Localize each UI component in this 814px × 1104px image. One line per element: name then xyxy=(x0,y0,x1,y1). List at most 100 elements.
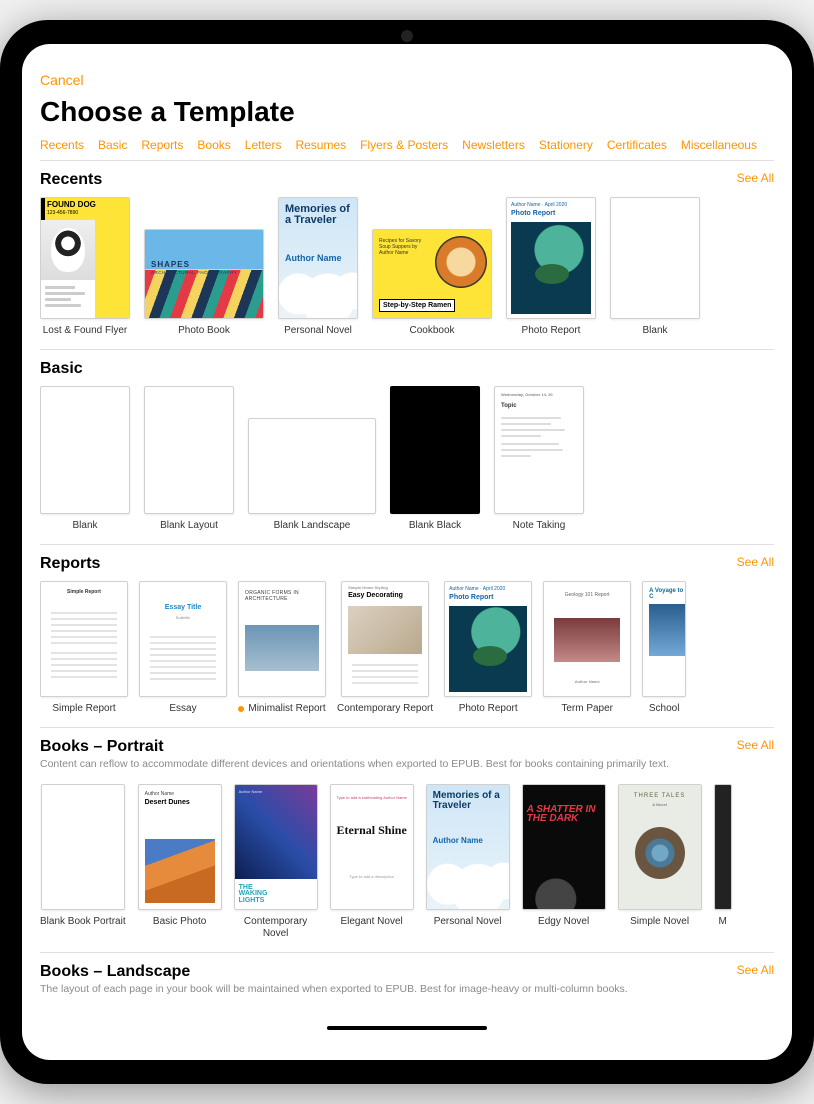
template-blank[interactable]: Blank xyxy=(40,386,130,532)
template-lost-found-flyer[interactable]: FOUND DOG 123-456-7890 Lost & Found Flye… xyxy=(40,197,130,337)
tab-certificates[interactable]: Certificates xyxy=(607,138,667,152)
thumb-simple-novel: THREE TALES A Novel xyxy=(618,784,702,910)
template-label: Contemporary Report xyxy=(337,703,433,715)
template-photo-report-2[interactable]: Author Name · April 2020 Photo Report Ph… xyxy=(444,581,532,715)
thumb-contemporary-report: Simple Home Styling Easy Decorating xyxy=(341,581,429,697)
template-note-taking[interactable]: Wednesday, October 14, 20 Topic Note Tak… xyxy=(494,386,584,532)
template-blank-layout[interactable]: Blank Layout xyxy=(144,386,234,532)
tab-newsletters[interactable]: Newsletters xyxy=(462,138,525,152)
template-label: Personal Novel xyxy=(284,325,352,337)
template-photo-report[interactable]: Author Name · April 2020 Photo Report Ph… xyxy=(506,197,596,337)
thumb-blank xyxy=(610,197,700,319)
thumb-essay: Essay Title Subtitle xyxy=(139,581,227,697)
template-label: Edgy Novel xyxy=(538,916,589,928)
divider xyxy=(40,727,774,728)
template-elegant-novel[interactable]: Type to add a subheading Author Name Ete… xyxy=(330,784,414,940)
template-label: Blank Black xyxy=(409,520,461,532)
thumb-contemporary-novel: Author Name THEWAKINGLIGHTS xyxy=(234,784,318,910)
template-photo-book[interactable]: SHAPES ARCHITECTURAL PHOTOGRAPHY Photo B… xyxy=(144,197,264,337)
tab-miscellaneous[interactable]: Miscellaneous xyxy=(681,138,757,152)
template-label: Basic Photo xyxy=(153,916,206,928)
template-label: Blank Landscape xyxy=(274,520,351,532)
template-personal-novel[interactable]: Memories of a Traveler Author Name Perso… xyxy=(278,197,358,337)
divider xyxy=(40,349,774,350)
new-indicator-icon xyxy=(238,706,244,712)
template-minimalist-report[interactable]: ORGANIC FORMS IN ARCHITECTURE Minimalist… xyxy=(238,581,326,715)
thumb-school: A Voyage to C xyxy=(642,581,686,697)
template-label: Blank xyxy=(642,325,667,337)
tab-resumes[interactable]: Resumes xyxy=(295,138,346,152)
tab-reports[interactable]: Reports xyxy=(141,138,183,152)
thumb-term-paper: Geology 101 Report Author Name xyxy=(543,581,631,697)
template-label: Photo Book xyxy=(178,325,230,337)
template-label: Elegant Novel xyxy=(340,916,402,928)
section-recents: Recents See All FOUND DOG 123-456-7890 xyxy=(40,171,774,343)
template-label: Blank Book Portrait xyxy=(40,916,126,928)
section-title-books-portrait: Books – Portrait xyxy=(40,738,164,756)
template-contemporary-report[interactable]: Simple Home Styling Easy Decorating Cont… xyxy=(337,581,433,715)
see-all-books-portrait[interactable]: See All xyxy=(737,738,774,752)
template-label: School xyxy=(649,703,680,715)
page-title: Choose a Template xyxy=(40,96,774,128)
thumb-cookbook: Recipes for Savory Soup Suppers by Autho… xyxy=(372,229,492,319)
thumb-personal-novel-book: Memories of a Traveler Author Name xyxy=(426,784,510,910)
template-blank-black[interactable]: Blank Black xyxy=(390,386,480,532)
tab-recents[interactable]: Recents xyxy=(40,138,84,152)
cancel-button[interactable]: Cancel xyxy=(40,72,84,88)
template-blank-landscape[interactable]: Blank Landscape xyxy=(248,386,376,532)
template-edgy-novel[interactable]: A SHATTER IN THE DARK Edgy Novel xyxy=(522,784,606,940)
section-books-portrait: Books – Portrait See All Content can ref… xyxy=(40,738,774,946)
thumb-photo-report-2: Author Name · April 2020 Photo Report xyxy=(444,581,532,697)
template-label: Simple Report xyxy=(52,703,115,715)
see-all-reports[interactable]: See All xyxy=(737,555,774,569)
template-school[interactable]: A Voyage to C School xyxy=(642,581,686,715)
thumb-note-taking: Wednesday, October 14, 20 Topic xyxy=(494,386,584,514)
divider xyxy=(40,544,774,545)
see-all-recents[interactable]: See All xyxy=(737,171,774,185)
template-essay[interactable]: Essay Title Subtitle Essay xyxy=(139,581,227,715)
template-label: Personal Novel xyxy=(434,916,502,928)
template-personal-novel-book[interactable]: Memories of a Traveler Author Name Perso… xyxy=(426,784,510,940)
thumb-simple-report: Simple Report xyxy=(40,581,128,697)
section-desc-books-landscape: The layout of each page in your book wil… xyxy=(40,983,774,997)
template-simple-novel[interactable]: THREE TALES A Novel Simple Novel xyxy=(618,784,702,940)
tab-basic[interactable]: Basic xyxy=(98,138,127,152)
template-label: Note Taking xyxy=(513,520,566,532)
template-label: Lost & Found Flyer xyxy=(43,325,127,337)
template-blank-book-portrait[interactable]: Blank Book Portrait xyxy=(40,784,126,940)
thumb-photo-report: Author Name · April 2020 Photo Report xyxy=(506,197,596,319)
template-label: Essay xyxy=(169,703,196,715)
section-reports: Reports See All Simple Report Simple Rep… xyxy=(40,555,774,721)
template-basic-photo[interactable]: Author Name Desert Dunes Basic Photo xyxy=(138,784,222,940)
template-label: M xyxy=(718,916,726,928)
template-label: Term Paper xyxy=(561,703,613,715)
template-label: Minimalist Report xyxy=(238,703,325,715)
see-all-books-landscape[interactable]: See All xyxy=(737,963,774,977)
thumb-blank-black xyxy=(390,386,480,514)
thumb-edgy-novel: A SHATTER IN THE DARK xyxy=(522,784,606,910)
tab-flyers-posters[interactable]: Flyers & Posters xyxy=(360,138,448,152)
home-indicator[interactable] xyxy=(327,1026,487,1030)
template-label: Cookbook xyxy=(409,325,454,337)
category-tab-bar: Recents Basic Reports Books Letters Resu… xyxy=(40,138,774,161)
tab-books[interactable]: Books xyxy=(197,138,230,152)
tab-letters[interactable]: Letters xyxy=(245,138,282,152)
template-label: Blank xyxy=(72,520,97,532)
thumb-lost-found: FOUND DOG 123-456-7890 xyxy=(40,197,130,319)
thumb-basic-photo: Author Name Desert Dunes xyxy=(138,784,222,910)
template-contemporary-novel[interactable]: Author Name THEWAKINGLIGHTS Contemporary… xyxy=(234,784,318,940)
section-title-recents: Recents xyxy=(40,171,102,189)
template-simple-report[interactable]: Simple Report Simple Report xyxy=(40,581,128,715)
thumb-blank-book xyxy=(41,784,125,910)
template-blank-recent[interactable]: Blank xyxy=(610,197,700,337)
tab-stationery[interactable]: Stationery xyxy=(539,138,593,152)
thumb-blank-landscape xyxy=(248,418,376,514)
template-label: Contemporary Novel xyxy=(236,916,316,940)
template-label: Blank Layout xyxy=(160,520,218,532)
thumb-photo-book: SHAPES ARCHITECTURAL PHOTOGRAPHY xyxy=(144,229,264,319)
thumb-blank xyxy=(40,386,130,514)
template-more-book[interactable]: M xyxy=(714,784,732,940)
template-cookbook[interactable]: Recipes for Savory Soup Suppers by Autho… xyxy=(372,197,492,337)
template-term-paper[interactable]: Geology 101 Report Author Name Term Pape… xyxy=(543,581,631,715)
divider xyxy=(40,952,774,953)
